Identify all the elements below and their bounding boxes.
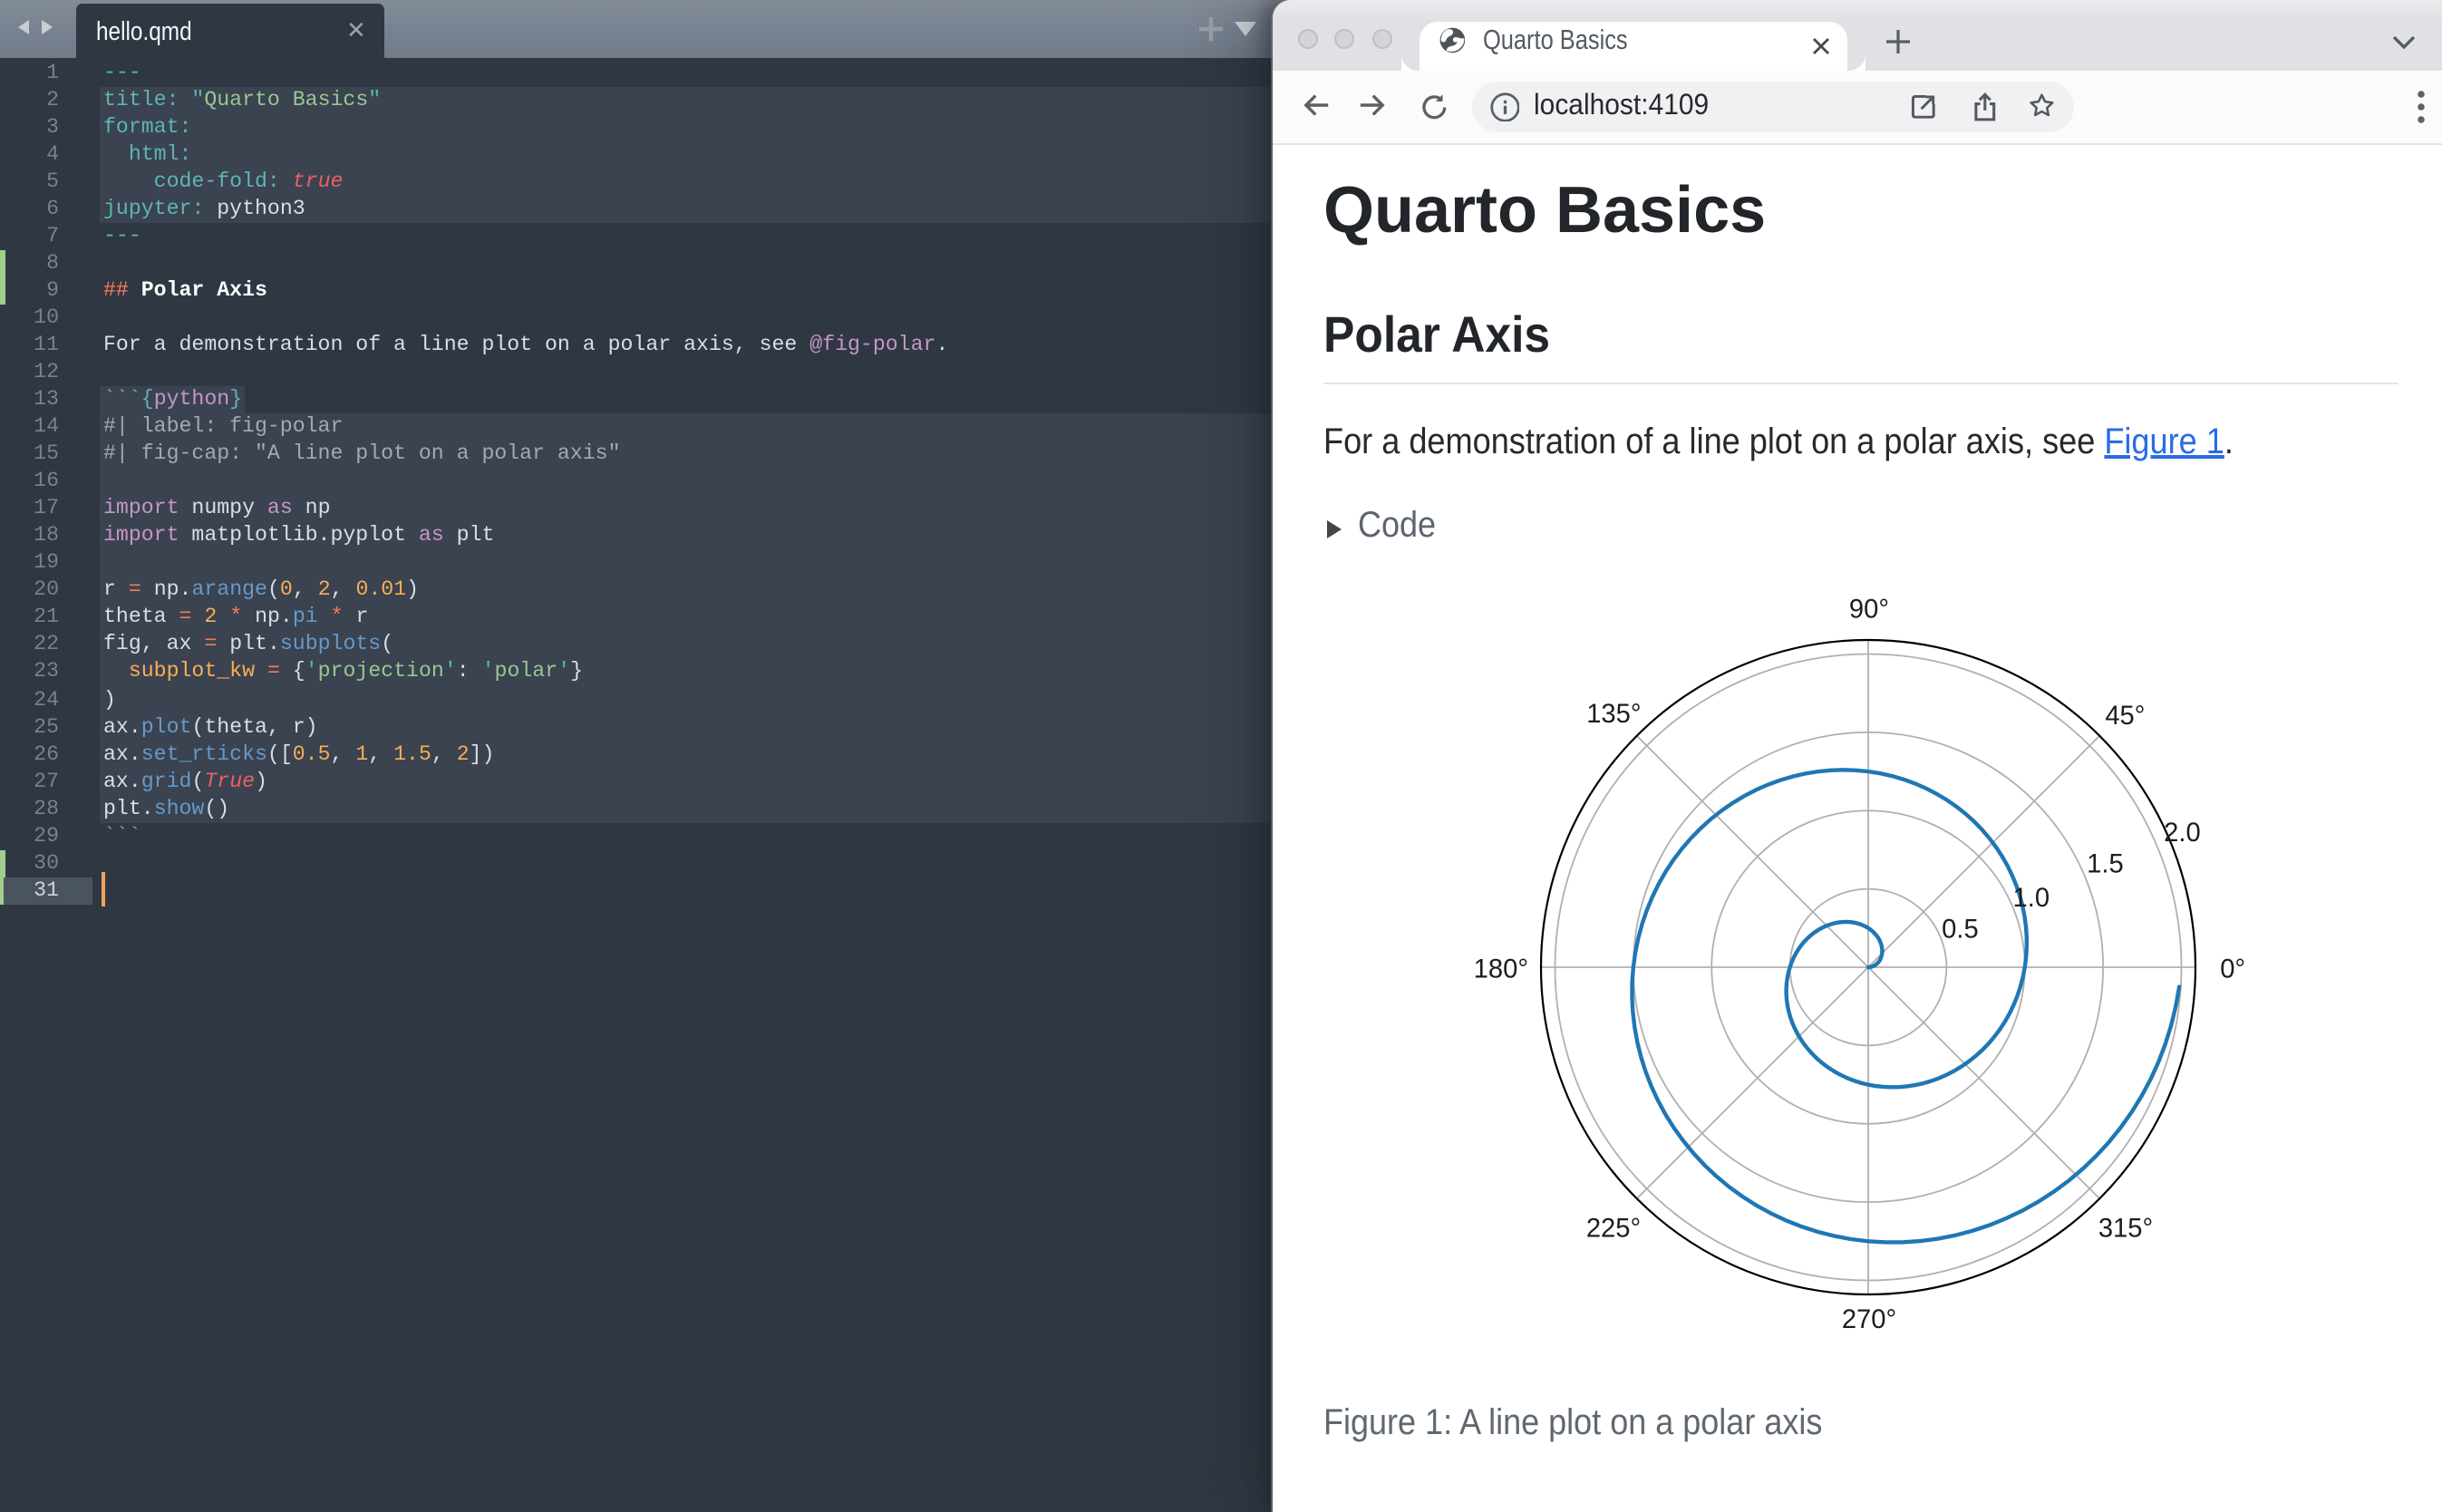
svg-text:1.0: 1.0 bbox=[2012, 884, 2050, 913]
svg-text:0.5: 0.5 bbox=[1942, 916, 1979, 945]
svg-text:315°: 315° bbox=[2098, 1214, 2153, 1243]
svg-text:0°: 0° bbox=[2220, 955, 2245, 984]
svg-text:135°: 135° bbox=[1586, 700, 1641, 729]
svg-text:180°: 180° bbox=[1474, 955, 1528, 984]
svg-text:225°: 225° bbox=[1586, 1214, 1641, 1243]
svg-text:2.0: 2.0 bbox=[2164, 819, 2201, 848]
svg-text:270°: 270° bbox=[1842, 1305, 1896, 1334]
svg-text:45°: 45° bbox=[2105, 702, 2145, 731]
svg-text:90°: 90° bbox=[1849, 596, 1889, 625]
svg-text:1.5: 1.5 bbox=[2087, 849, 2124, 878]
